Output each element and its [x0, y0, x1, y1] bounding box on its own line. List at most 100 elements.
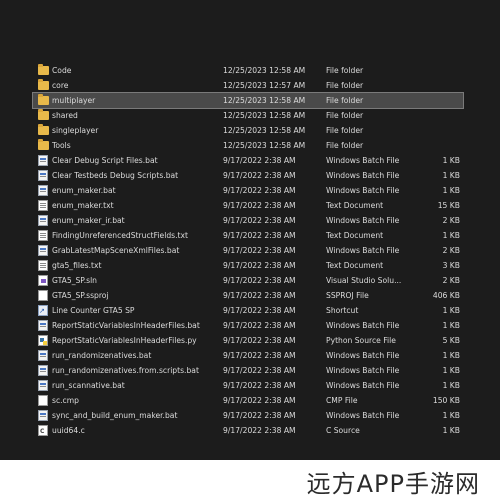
file-row[interactable]: uuid64.c 9/17/2022 2:38 AM C Source 1 KB [33, 423, 463, 439]
batch-file-icon [38, 185, 48, 196]
file-date-modified: 9/17/2022 2:38 AM [223, 261, 296, 270]
batch-file-icon [38, 155, 48, 166]
file-row[interactable]: enum_maker_ir.bat 9/17/2022 2:38 AM Window… [33, 213, 463, 228]
file-row[interactable]: Code 12/25/2023 12:58 AM File folder [33, 63, 463, 78]
file-date-modified: 12/25/2023 12:58 AM [223, 96, 306, 105]
file-row[interactable]: run_scannative.bat 9/17/2022 2:38 AM Windo… [33, 378, 463, 393]
file-size: 5 KB [442, 336, 460, 345]
file-type: Windows Batch File [326, 381, 400, 390]
file-date-modified: 9/17/2022 2:38 AM [223, 216, 296, 225]
batch-file-icon [38, 410, 48, 421]
file-date-modified: 9/17/2022 2:38 AM [223, 426, 296, 435]
file-size: 1 KB [442, 351, 460, 360]
folder-icon [38, 64, 49, 75]
file-size: 150 KB [432, 396, 460, 405]
file-row[interactable]: Line Counter GTA5 SP 9/17/2022 2:38 AM Sho… [33, 303, 463, 319]
file-date-modified: 9/17/2022 2:38 AM [223, 231, 296, 240]
file-size: 3 KB [442, 261, 460, 270]
file-row[interactable]: sync_and_build_enum_maker.bat 9/17/2022 2… [33, 408, 463, 423]
file-row[interactable]: enum_maker.txt 9/17/2022 2:38 AM Text Docu… [33, 198, 463, 213]
file-name: GTA5_SP.sln [52, 276, 97, 285]
file-row[interactable]: singleplayer 12/25/2023 12:58 AM File fold… [33, 123, 463, 138]
file-date-modified: 12/25/2023 12:58 AM [223, 126, 306, 135]
file-size: 2 KB [442, 276, 460, 285]
file-row[interactable]: GTA5_SP.sln 9/17/2022 2:38 AM Visual Studi… [33, 273, 463, 288]
file-row[interactable]: GrabLatestMapSceneXmlFiles.bat 9/17/2022 … [33, 243, 463, 258]
file-date-modified: 9/17/2022 2:38 AM [223, 276, 296, 285]
file-size: 1 KB [442, 156, 460, 165]
file-name: run_randomizenatives.bat [52, 351, 152, 360]
file-type: Windows Batch File [326, 216, 400, 225]
file-date-modified: 12/25/2023 12:57 AM [223, 81, 306, 90]
file-name: ReportStaticVariablesInHeaderFiles.bat [52, 321, 200, 330]
file-name: enum_maker_ir.bat [52, 216, 125, 225]
file-row[interactable]: FindingUnreferencedStructFields.txt 9/17/… [33, 228, 463, 243]
file-date-modified: 9/17/2022 2:38 AM [223, 411, 296, 420]
file-type: File folder [326, 66, 364, 75]
file-type: Windows Batch File [326, 351, 400, 360]
batch-file-icon [38, 365, 48, 376]
folder-icon [38, 124, 49, 135]
file-name: GrabLatestMapSceneXmlFiles.bat [52, 246, 180, 255]
file-row[interactable]: sc.cmp 9/17/2022 2:38 AM CMP File 150 KB [33, 393, 463, 408]
file-row[interactable]: Clear Debug Script Files.bat 9/17/2022 2:… [33, 153, 463, 168]
c-source-file-icon [38, 424, 48, 439]
file-date-modified: 9/17/2022 2:38 AM [223, 156, 296, 165]
file-name: Clear Testbeds Debug Scripts.bat [52, 171, 179, 180]
file-date-modified: 9/17/2022 2:38 AM [223, 306, 296, 315]
file-date-modified: 9/17/2022 2:38 AM [223, 366, 296, 375]
file-type: Text Document [326, 261, 384, 270]
file-type: Windows Batch File [326, 366, 400, 375]
file-type: File folder [326, 126, 364, 135]
file-type: Windows Batch File [326, 321, 400, 330]
file-row[interactable]: enum_maker.bat 9/17/2022 2:38 AM Windows B… [33, 183, 463, 198]
file-type: File folder [326, 111, 364, 120]
folder-icon [38, 94, 49, 105]
file-row[interactable]: GTA5_SP.ssproj 9/17/2022 2:38 AM SSPROJ Fi… [33, 288, 463, 303]
file-type: CMP File [326, 396, 358, 405]
file-date-modified: 12/25/2023 12:58 AM [223, 66, 306, 75]
file-row[interactable]: shared 12/25/2023 12:58 AM File folder [33, 108, 463, 123]
file-name: uuid64.c [52, 426, 85, 435]
shortcut-icon [38, 304, 48, 319]
file-type: Windows Batch File [326, 171, 400, 180]
file-row[interactable]: core 12/25/2023 12:57 AM File folder [33, 78, 463, 93]
folder-icon [38, 79, 49, 90]
file-name: gta5_files.txt [52, 261, 102, 270]
file-type: File folder [326, 141, 364, 150]
file-row[interactable]: Tools 12/25/2023 12:58 AM File folder [33, 138, 463, 153]
file-name: core [52, 81, 69, 90]
file-date-modified: 9/17/2022 2:38 AM [223, 246, 296, 255]
file-name: enum_maker.txt [52, 201, 114, 210]
file-date-modified: 9/17/2022 2:38 AM [223, 381, 296, 390]
text-file-icon [38, 260, 48, 271]
file-date-modified: 12/25/2023 12:58 AM [223, 111, 306, 120]
batch-file-icon [38, 245, 48, 256]
file-size: 406 KB [432, 291, 460, 300]
file-name: run_scannative.bat [52, 381, 125, 390]
file-name: sc.cmp [52, 396, 79, 405]
batch-file-icon [38, 215, 48, 226]
folder-icon [38, 139, 49, 150]
file-row[interactable]: ReportStaticVariablesInHeaderFiles.bat 9/… [33, 318, 463, 333]
file-row[interactable]: Clear Testbeds Debug Scripts.bat 9/17/202… [33, 168, 463, 183]
file-type: C Source [326, 426, 360, 435]
file-row[interactable]: multiplayer 12/25/2023 12:58 AM File folde… [32, 92, 464, 109]
file-row[interactable]: run_randomizenatives.from.scripts.bat 9/1… [33, 363, 463, 378]
file-type: Windows Batch File [326, 246, 400, 255]
batch-file-icon [38, 350, 48, 361]
file-name: Clear Debug Script Files.bat [52, 156, 158, 165]
file-row[interactable]: run_randomizenatives.bat 9/17/2022 2:38 A… [33, 348, 463, 363]
file-row[interactable]: gta5_files.txt 9/17/2022 2:38 AM Text Docu… [33, 258, 463, 273]
file-name: enum_maker.bat [52, 186, 116, 195]
batch-file-icon [38, 380, 48, 391]
file-size: 1 KB [442, 231, 460, 240]
file-date-modified: 9/17/2022 2:38 AM [223, 396, 296, 405]
python-file-icon [38, 335, 48, 346]
file-row[interactable]: ReportStaticVariablesInHeaderFiles.py 9/1… [33, 333, 463, 348]
file-type: Text Document [326, 201, 384, 210]
file-name: multiplayer [52, 96, 96, 105]
file-type: File folder [326, 96, 364, 105]
file-size: 2 KB [442, 216, 460, 225]
file-date-modified: 9/17/2022 2:38 AM [223, 186, 296, 195]
